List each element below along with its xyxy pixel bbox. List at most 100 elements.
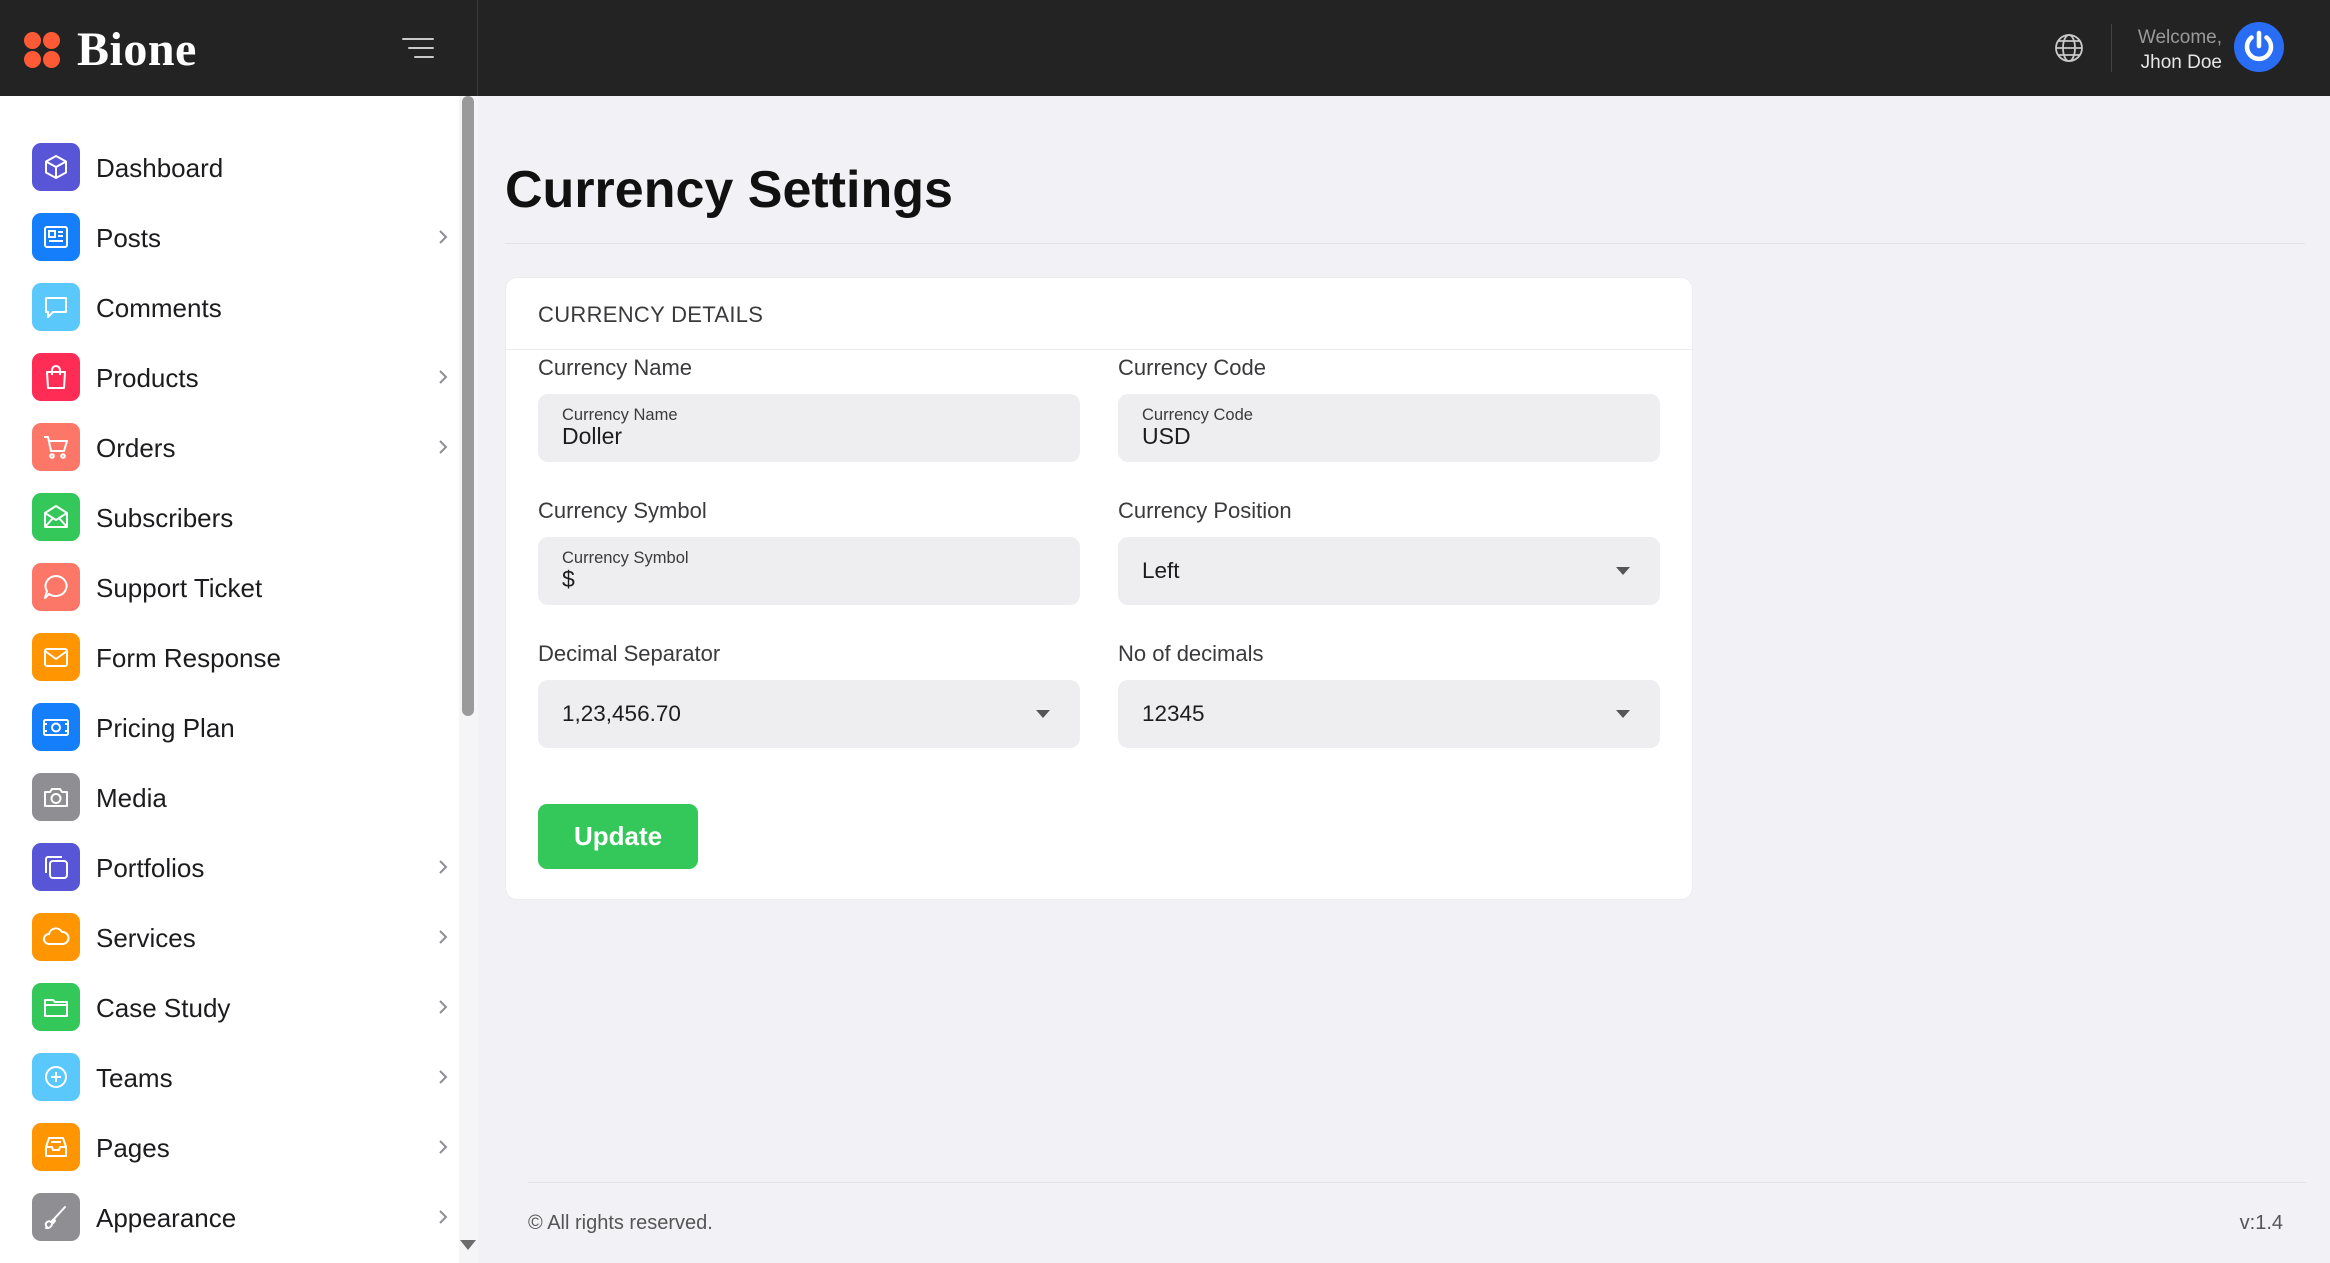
sidebar-item-dashboard[interactable]: Dashboard — [0, 133, 478, 203]
sidebar-item-label: Products — [96, 363, 199, 393]
currency-code-field[interactable]: Currency Code USD — [1118, 394, 1660, 462]
sidebar-item-label: Comments — [96, 293, 222, 323]
currency-code-label: Currency Code — [1118, 355, 1266, 380]
sidebar-item-teams[interactable]: Teams — [0, 1043, 478, 1113]
sidebar-item-label: Form Response — [96, 643, 281, 673]
mail-icon — [32, 633, 80, 681]
copy-icon — [32, 843, 80, 891]
sidebar-nav: Dashboard Posts Comments Products Orders… — [0, 96, 478, 1263]
dropdown-caret-icon — [1616, 710, 1630, 718]
no-of-decimals-select[interactable]: 12345 — [1118, 680, 1660, 748]
sidebar-item-posts[interactable]: Posts — [0, 203, 478, 273]
sidebar-item-case-study[interactable]: Case Study — [0, 973, 478, 1043]
sidebar-item-label: Support Ticket — [96, 573, 263, 603]
brush-icon — [32, 1193, 80, 1241]
power-avatar-icon[interactable] — [2234, 22, 2284, 72]
no-of-decimals-value: 12345 — [1142, 701, 1205, 726]
decimal-separator-select[interactable]: 1,23,456.70 — [538, 680, 1080, 748]
title-divider — [505, 243, 2305, 244]
sidebar-item-partial[interactable] — [0, 1253, 478, 1263]
sidebar-item-label: Media — [96, 783, 167, 813]
cube-icon — [32, 143, 80, 191]
sidebar-item-pages[interactable]: Pages — [0, 1113, 478, 1183]
sidebar-item-media[interactable]: Media — [0, 763, 478, 833]
page-title: Currency Settings — [505, 161, 953, 219]
chevron-right-icon — [439, 230, 448, 244]
card-header: CURRENCY DETAILS — [506, 278, 1692, 350]
chevron-right-icon — [439, 1000, 448, 1014]
sidebar-item-label: Pages — [96, 1133, 170, 1163]
footer-divider — [528, 1182, 2306, 1183]
brand-area: Bione — [0, 0, 478, 96]
sidebar-item-portfolios[interactable]: Portfolios — [0, 833, 478, 903]
dropdown-caret-icon — [1036, 710, 1050, 718]
sidebar-item-products[interactable]: Products — [0, 343, 478, 413]
sidebar-item-orders[interactable]: Orders — [0, 413, 478, 483]
globe-icon[interactable] — [2053, 32, 2085, 64]
welcome-block: Welcome, Jhon Doe — [2138, 25, 2222, 75]
sidebar: Dashboard Posts Comments Products Orders… — [0, 96, 478, 1263]
sidebar-item-label: Teams — [96, 1063, 173, 1093]
top-bar: Bione Welcome, Jhon Doe — [0, 0, 2330, 96]
sidebar-item-label: Portfolios — [96, 853, 205, 883]
currency-details-card: CURRENCY DETAILS Currency Name Currency … — [505, 277, 1693, 900]
sidebar-item-label: Subscribers — [96, 503, 234, 533]
sidebar-item-label: Case Study — [96, 993, 231, 1023]
currency-position-value: Left — [1142, 558, 1180, 583]
sidebar-item-pricing-plan[interactable]: Pricing Plan — [0, 693, 478, 763]
welcome-text: Welcome, — [2137, 27, 2222, 48]
sidebar-item-subscribers[interactable]: Subscribers — [0, 483, 478, 553]
money-icon — [32, 703, 80, 751]
top-divider — [2111, 24, 2112, 72]
chevron-right-icon — [439, 930, 448, 944]
version-text: v:1.4 — [2239, 1212, 2283, 1234]
sidebar-item-services[interactable]: Services — [0, 903, 478, 973]
newspaper-icon — [32, 213, 80, 261]
currency-symbol-field[interactable]: Currency Symbol $ — [538, 537, 1080, 605]
inbox-icon — [32, 1123, 80, 1171]
sidebar-item-comments[interactable]: Comments — [0, 273, 478, 343]
hamburger-menu-icon[interactable] — [402, 36, 434, 60]
chevron-right-icon — [439, 1140, 448, 1154]
currency-code-value[interactable]: USD — [1142, 423, 1191, 450]
currency-position-label: Currency Position — [1118, 498, 1292, 523]
currency-name-field[interactable]: Currency Name Doller — [538, 394, 1080, 462]
sidebar-item-appearance[interactable]: Appearance — [0, 1183, 478, 1253]
sidebar-item-label: Services — [96, 923, 196, 953]
sidebar-item-support-ticket[interactable]: Support Ticket — [0, 553, 478, 623]
sidebar-item-label: Posts — [96, 223, 162, 253]
cloud-icon — [32, 913, 80, 961]
plus-circle-icon — [32, 1053, 80, 1101]
envelope-icon — [32, 493, 80, 541]
chevron-right-icon — [439, 370, 448, 384]
bione-logo-icon — [24, 32, 60, 68]
decimal-separator-label: Decimal Separator — [538, 641, 721, 666]
no-of-decimals-label: No of decimals — [1118, 641, 1264, 666]
chevron-right-icon — [439, 1210, 448, 1224]
currency-symbol-value[interactable]: $ — [562, 566, 575, 593]
chat-icon — [32, 283, 80, 331]
sidebar-item-form-response[interactable]: Form Response — [0, 623, 478, 693]
sidebar-item-label: Orders — [96, 433, 176, 463]
currency-position-select[interactable]: Left — [1118, 537, 1660, 605]
cart-icon — [32, 423, 80, 471]
scroll-down-arrow-icon[interactable] — [460, 1240, 476, 1250]
chevron-right-icon — [439, 1070, 448, 1084]
currency-name-label: Currency Name — [538, 355, 693, 380]
sidebar-scroll-thumb[interactable] — [462, 96, 474, 716]
currency-name-value[interactable]: Doller — [562, 423, 622, 450]
brand-name[interactable]: Bione — [77, 22, 197, 77]
currency-symbol-label: Currency Symbol — [538, 498, 707, 523]
sidebar-item-label: Appearance — [96, 1203, 237, 1233]
support-chat-icon — [32, 563, 80, 611]
chevron-right-icon — [439, 440, 448, 454]
sidebar-item-label: Pricing Plan — [96, 713, 235, 743]
update-button[interactable]: Update — [538, 804, 698, 869]
chevron-right-icon — [439, 860, 448, 874]
dropdown-caret-icon — [1616, 567, 1630, 575]
currency-symbol-floating-label: Currency Symbol — [562, 549, 689, 567]
sidebar-item-label: Dashboard — [96, 153, 224, 183]
camera-icon — [32, 773, 80, 821]
decimal-separator-value: 1,23,456.70 — [562, 701, 681, 726]
folder-icon — [32, 983, 80, 1031]
